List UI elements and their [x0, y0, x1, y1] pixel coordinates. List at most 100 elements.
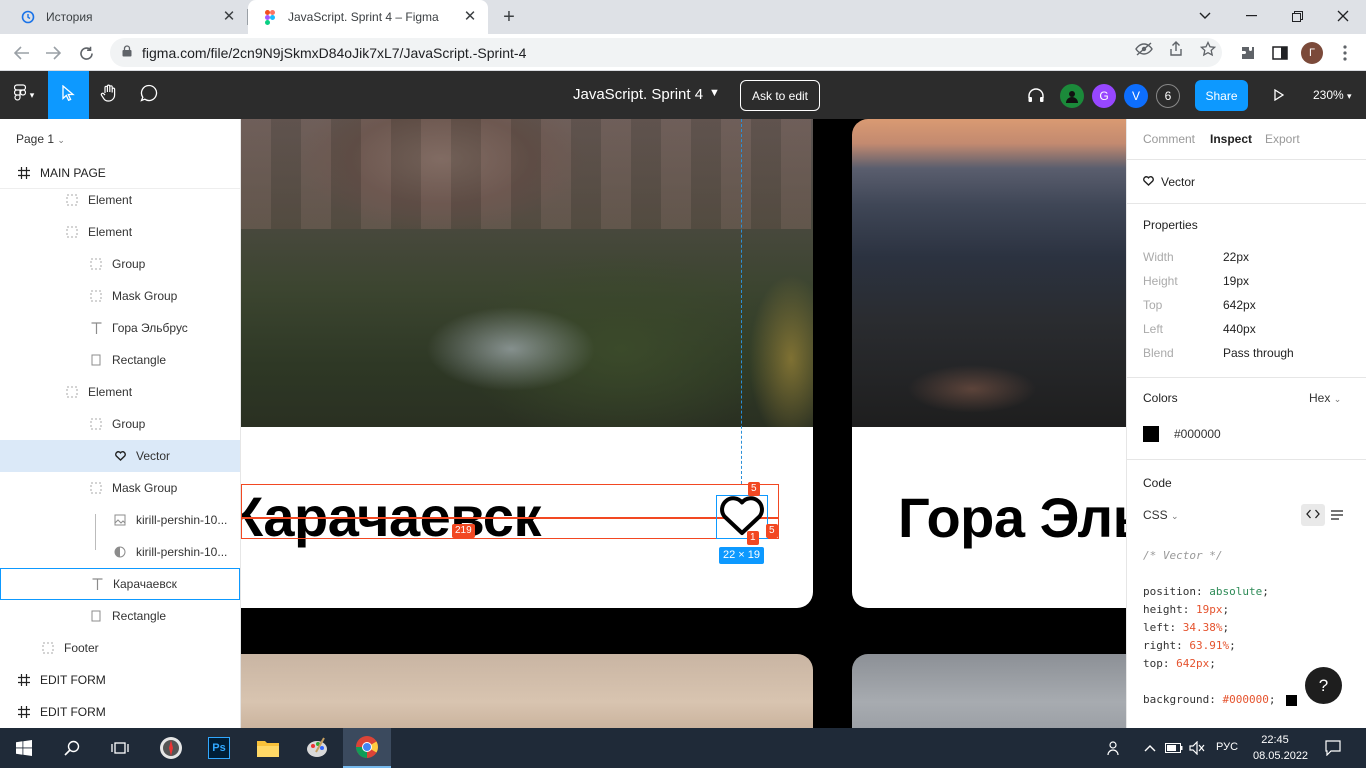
code-value: #000000: [1222, 693, 1269, 706]
paint-app-icon[interactable]: [293, 728, 341, 768]
figma-main-menu[interactable]: ▾: [6, 71, 42, 119]
new-tab-button[interactable]: +: [498, 6, 520, 28]
present-play-icon[interactable]: [1271, 71, 1287, 119]
collaborator-avatar[interactable]: [1060, 84, 1084, 108]
layer-row[interactable]: Element: [0, 184, 240, 216]
tab-search-icon[interactable]: [1182, 0, 1228, 32]
yandex-browser-icon[interactable]: [147, 728, 195, 768]
hand-tool[interactable]: [96, 71, 122, 119]
code-language-select[interactable]: CSS ⌄: [1143, 508, 1179, 522]
notifications-icon[interactable]: [1324, 739, 1342, 757]
layer-row[interactable]: Group: [0, 408, 240, 440]
code-view-toggle[interactable]: [1301, 504, 1325, 526]
layer-row[interactable]: Mask Group: [0, 472, 240, 504]
color-format-select[interactable]: Hex ⌄: [1309, 391, 1341, 405]
document-title[interactable]: JavaScript. Sprint 4: [573, 86, 703, 103]
tab-inspect[interactable]: Inspect: [1210, 132, 1252, 146]
group-icon: [64, 224, 80, 240]
reload-icon[interactable]: [73, 40, 99, 66]
clock-time: 22:45: [1261, 734, 1289, 746]
tab-title: История: [46, 10, 93, 24]
audio-headphones-icon[interactable]: [1024, 71, 1048, 119]
code-prop: height:: [1143, 603, 1190, 616]
property-value[interactable]: 440px: [1223, 322, 1256, 336]
comment-tool[interactable]: [136, 71, 162, 119]
windows-start-icon[interactable]: [0, 728, 48, 768]
layer-row[interactable]: Group: [0, 248, 240, 280]
layer-row[interactable]: Footer: [0, 632, 240, 664]
task-view-icon[interactable]: [96, 728, 144, 768]
layer-row[interactable]: Карачаевск: [0, 568, 240, 600]
eye-off-icon[interactable]: [1135, 40, 1153, 58]
people-icon[interactable]: [1106, 739, 1124, 757]
restore-button[interactable]: [1274, 0, 1320, 32]
tab-figma[interactable]: JavaScript. Sprint 4 – Figma ✕: [248, 0, 488, 34]
layer-row[interactable]: Гора Эльбрус: [0, 312, 240, 344]
profile-avatar[interactable]: Г: [1301, 42, 1323, 64]
layer-row[interactable]: Element: [0, 216, 240, 248]
canvas[interactable]: Карачаевск Гора Эль 5 5 1 219 22 × 19: [241, 119, 1126, 728]
zoom-level[interactable]: 230% ▾: [1313, 88, 1352, 102]
share-page-icon[interactable]: [1167, 40, 1185, 58]
card-title-elbrus[interactable]: Гора Эль: [898, 485, 1126, 550]
list-view-icon[interactable]: [1331, 507, 1345, 521]
layer-row[interactable]: kirill-pershin-10...: [0, 504, 240, 536]
color-hex-value[interactable]: #000000: [1174, 427, 1221, 441]
more-collaborators-count[interactable]: 6: [1156, 84, 1180, 108]
close-window-button[interactable]: [1320, 0, 1366, 32]
page-selector[interactable]: Page 1 ⌄: [16, 132, 65, 146]
image-icon: [112, 512, 128, 528]
tab-history[interactable]: История ✕: [0, 0, 247, 34]
card-photo-mountain: [852, 119, 1126, 427]
layer-row[interactable]: EDIT FORM: [0, 696, 240, 728]
close-tab-icon[interactable]: ✕: [221, 9, 237, 25]
property-value[interactable]: 19px: [1223, 274, 1249, 288]
heart-icon: [718, 494, 766, 541]
layer-row[interactable]: kirill-pershin-10...: [0, 536, 240, 568]
property-value[interactable]: 642px: [1223, 298, 1256, 312]
input-language[interactable]: РУС: [1216, 741, 1238, 753]
photoshop-icon[interactable]: Ps: [195, 728, 243, 768]
selected-vector[interactable]: [716, 495, 768, 539]
volume-muted-icon[interactable]: [1188, 739, 1206, 757]
battery-icon[interactable]: [1165, 739, 1183, 757]
layer-row[interactable]: Vector: [0, 440, 240, 472]
back-icon[interactable]: [9, 40, 35, 66]
close-tab-icon[interactable]: ✕: [462, 9, 478, 25]
chevron-down-icon[interactable]: ▼: [709, 87, 720, 99]
chrome-icon[interactable]: [343, 728, 391, 768]
ask-to-edit-button[interactable]: Ask to edit: [740, 80, 820, 111]
tab-export[interactable]: Export: [1265, 132, 1300, 146]
address-bar[interactable]: figma.com/file/2cn9N9jSkmxD84oJik7xL7/Ja…: [110, 38, 1222, 67]
extensions-icon[interactable]: [1238, 43, 1258, 63]
tab-comment[interactable]: Comment: [1143, 132, 1195, 146]
property-key: Top: [1143, 298, 1163, 312]
layer-row[interactable]: Element: [0, 376, 240, 408]
side-panel-icon[interactable]: [1270, 43, 1290, 63]
forward-icon[interactable]: [40, 40, 66, 66]
search-icon[interactable]: [48, 728, 96, 768]
property-value[interactable]: Pass through: [1223, 346, 1294, 360]
layer-row[interactable]: Mask Group: [0, 280, 240, 312]
measure-parent-box: [241, 484, 779, 539]
collaborator-avatar-v[interactable]: V: [1124, 84, 1148, 108]
chevron-down-icon: ⌄: [57, 135, 65, 145]
color-swatch[interactable]: [1143, 426, 1159, 442]
layer-row[interactable]: EDIT FORM: [0, 664, 240, 696]
system-clock[interactable]: 22:45 08.05.2022: [1253, 732, 1308, 764]
property-value[interactable]: 22px: [1223, 250, 1249, 264]
layer-row[interactable]: Rectangle: [0, 344, 240, 376]
share-button[interactable]: Share: [1195, 80, 1248, 111]
move-tool[interactable]: [48, 71, 89, 119]
file-explorer-icon[interactable]: [244, 728, 292, 768]
help-button[interactable]: ?: [1305, 667, 1342, 704]
chevron-up-icon[interactable]: [1141, 739, 1159, 757]
collaborator-avatar-g[interactable]: G: [1092, 84, 1116, 108]
bookmark-star-icon[interactable]: [1199, 40, 1217, 58]
code-value: 63.91%: [1189, 639, 1230, 652]
minimize-button[interactable]: [1228, 0, 1274, 32]
group-icon: [88, 480, 104, 496]
code-line-background: background: #000000;: [1143, 693, 1298, 706]
menu-kebab-icon[interactable]: [1335, 43, 1355, 63]
layer-row[interactable]: Rectangle: [0, 600, 240, 632]
